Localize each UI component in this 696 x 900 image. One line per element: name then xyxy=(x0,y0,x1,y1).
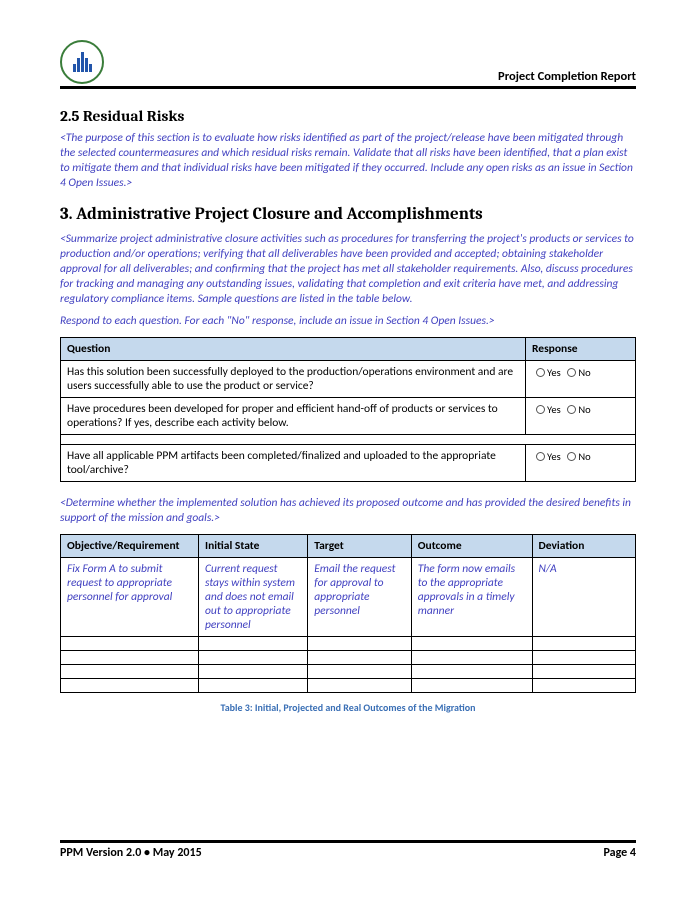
target: Email the request for approval to approp… xyxy=(308,558,412,637)
yes-label: Yes xyxy=(547,366,561,379)
table-row: Have procedures been developed for prope… xyxy=(61,398,636,435)
table-row xyxy=(61,651,636,665)
page-footer: PPM Version 2.0 • May 2015 Page 4 xyxy=(60,840,636,860)
no-label: No xyxy=(578,366,590,379)
table-row: Fix Form A to submit request to appropri… xyxy=(61,558,636,637)
table-row xyxy=(61,435,636,445)
footer-page-number: Page 4 xyxy=(604,846,636,860)
questions-table-header-question: Question xyxy=(61,338,526,361)
deviation: N/A xyxy=(532,558,636,637)
page-header: Project Completion Report xyxy=(60,40,636,89)
no-label: No xyxy=(578,450,590,463)
page: Project Completion Report 2.5 Residual R… xyxy=(0,0,696,900)
table-row xyxy=(61,665,636,679)
questions-table-header-response: Response xyxy=(526,338,636,361)
question-2-response: Yes No xyxy=(526,398,636,435)
section-3-instruction-1: <Summarize project administrative closur… xyxy=(60,232,636,307)
initial-state: Current request stays within system and … xyxy=(199,558,308,637)
objectives-header-2: Initial State xyxy=(199,535,308,558)
table-row: Has this solution been successfully depl… xyxy=(61,361,636,398)
radio-icon[interactable] xyxy=(567,452,576,461)
table-3-caption: Table 3: Initial, Projected and Real Out… xyxy=(60,701,636,714)
section-3-instruction-2: Respond to each question. For each "No" … xyxy=(60,314,636,329)
hud-seal-icon xyxy=(60,40,104,84)
section-3-heading: 3. Administrative Project Closure and Ac… xyxy=(60,205,636,224)
objectives-header-1: Objective/Requirement xyxy=(61,535,199,558)
radio-icon[interactable] xyxy=(536,405,545,414)
table-row xyxy=(61,637,636,651)
objective-requirement: Fix Form A to submit request to appropri… xyxy=(61,558,199,637)
objectives-header-5: Deviation xyxy=(532,535,636,558)
objectives-table: Objective/Requirement Initial State Targ… xyxy=(60,534,636,693)
questions-table: Question Response Has this solution been… xyxy=(60,337,636,482)
table-row: Have all applicable PPM artifacts been c… xyxy=(61,445,636,482)
objectives-header-3: Target xyxy=(308,535,412,558)
yes-label: Yes xyxy=(547,403,561,416)
question-3-text: Have all applicable PPM artifacts been c… xyxy=(61,445,526,482)
table-row xyxy=(61,679,636,693)
section-2-5-instruction: <The purpose of this section is to evalu… xyxy=(60,131,636,191)
section-2-5-heading: 2.5 Residual Risks xyxy=(60,107,636,125)
no-label: No xyxy=(578,403,590,416)
section-3-instruction-3: <Determine whether the implemented solut… xyxy=(60,496,636,526)
question-2-text: Have procedures been developed for prope… xyxy=(61,398,526,435)
radio-icon[interactable] xyxy=(567,368,576,377)
page-title: Project Completion Report xyxy=(498,69,636,84)
yes-label: Yes xyxy=(547,450,561,463)
radio-icon[interactable] xyxy=(536,368,545,377)
question-1-response: Yes No xyxy=(526,361,636,398)
question-3-response: Yes No xyxy=(526,445,636,482)
radio-icon[interactable] xyxy=(536,452,545,461)
outcome: The form now emails to the appropriate a… xyxy=(411,558,532,637)
radio-icon[interactable] xyxy=(567,405,576,414)
objectives-header-4: Outcome xyxy=(411,535,532,558)
question-1-text: Has this solution been successfully depl… xyxy=(61,361,526,398)
footer-version: PPM Version 2.0 • May 2015 xyxy=(60,846,202,860)
